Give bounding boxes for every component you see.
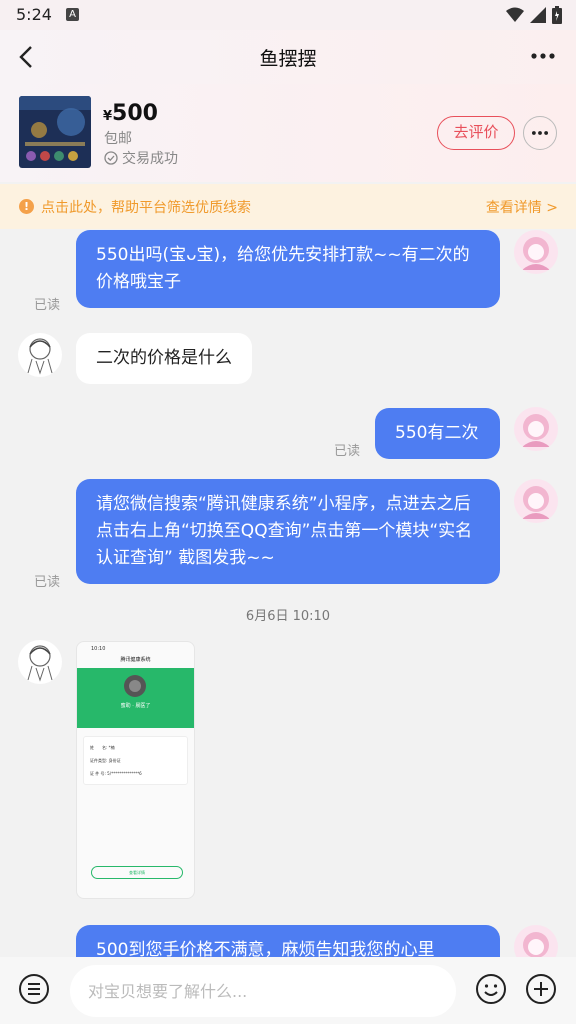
my-avatar[interactable]: [514, 479, 558, 523]
menu-icon[interactable]: [18, 973, 50, 1005]
deal-status-text: 交易成功: [122, 151, 178, 167]
more-icon[interactable]: [528, 44, 558, 68]
composer-bar: [0, 957, 576, 1024]
read-receipt: 已读: [34, 575, 61, 590]
seller-avatar[interactable]: [18, 333, 62, 377]
product-price: ¥500: [103, 101, 158, 126]
price-value: 500: [112, 101, 158, 126]
my-avatar[interactable]: [514, 925, 558, 957]
seller-avatar[interactable]: [18, 640, 62, 684]
shot-title: 腾讯健康系统: [120, 657, 151, 663]
shot-button: 查看详情: [91, 866, 183, 879]
chat-header: 鱼摆摆: [0, 30, 576, 84]
rate-button[interactable]: 去评价: [437, 116, 515, 150]
message-bubble-outgoing[interactable]: 500到您手价格不满意，麻烦告知我您的心里: [76, 925, 500, 957]
shot-row: 证 件 号: 5/**************6: [90, 767, 181, 780]
image-message[interactable]: 10:10 腾讯健康系统 蜜助 · 晨医了 姓 名: *楠 证件类型: 身份证 …: [76, 641, 195, 899]
deal-status: 交易成功: [104, 148, 178, 168]
shot-info-card: 姓 名: *楠 证件类型: 身份证 证 件 号: 5/*************…: [83, 736, 188, 785]
notification-icon: A: [66, 8, 79, 21]
message-input[interactable]: [70, 965, 456, 1017]
shot-row-key: 证件类型:: [90, 758, 108, 763]
product-card[interactable]: ¥500 包邮 交易成功 去评价: [0, 84, 576, 182]
shot-row-value: 身份证: [108, 758, 121, 763]
product-thumbnail[interactable]: [19, 96, 91, 168]
shot-row: 姓 名: *楠: [90, 741, 181, 754]
message-bubble-incoming[interactable]: 二次的价格是什么: [76, 333, 252, 384]
status-bar: 5:24 A: [0, 0, 576, 30]
shot-name: 蜜助 · 晨医了: [120, 703, 151, 709]
currency-symbol: ¥: [103, 109, 113, 124]
shot-row-key: 姓 名:: [90, 745, 108, 750]
message-bubble-outgoing[interactable]: 550出吗(宝ᴗ宝)，给您优先安排打款~~有二次的价格哦宝子: [76, 230, 500, 308]
read-receipt: 已读: [334, 444, 361, 459]
tip-text: 点击此处，帮助平台筛选优质线索: [41, 200, 251, 216]
my-avatar[interactable]: [514, 230, 558, 274]
message-bubble-outgoing[interactable]: 请您微信搜索“腾讯健康系统”小程序，点进去之后点击右上角“切换至QQ查询”点击第…: [76, 479, 500, 584]
timestamp: 6月6日 10:10: [245, 609, 331, 624]
product-more-icon[interactable]: [523, 116, 557, 150]
my-avatar[interactable]: [514, 407, 558, 451]
battery-icon: [552, 6, 562, 24]
chat-area[interactable]: 550出吗(宝ᴗ宝)，给您优先安排打款~~有二次的价格哦宝子 已读 二次的价格是…: [0, 229, 576, 957]
warning-icon: !: [19, 199, 34, 214]
shot-row-value: *楠: [108, 745, 115, 750]
emoji-icon[interactable]: [475, 973, 507, 1005]
tip-bar[interactable]: ! 点击此处，帮助平台筛选优质线索 查看详情 >: [0, 184, 576, 229]
shot-avatar: [124, 675, 146, 697]
signal-icon: [530, 7, 546, 23]
shot-row-value: 5/**************6: [107, 771, 142, 776]
message-bubble-outgoing[interactable]: 550有二次: [375, 408, 500, 459]
status-icons: [506, 6, 562, 24]
shipping-label: 包邮: [104, 131, 132, 147]
read-receipt: 已读: [34, 298, 61, 313]
check-circle-icon: [104, 151, 118, 165]
wifi-icon: [506, 7, 524, 22]
view-details-link[interactable]: 查看详情 >: [486, 197, 558, 217]
shot-green-header: 蜜助 · 晨医了: [77, 668, 194, 728]
page-title: 鱼摆摆: [259, 48, 317, 70]
shot-row-key: 证 件 号:: [90, 771, 106, 776]
shot-status-time: 10:10: [91, 646, 106, 652]
status-time: 5:24: [16, 5, 52, 24]
shot-row: 证件类型: 身份证: [90, 754, 181, 767]
add-icon[interactable]: [525, 973, 557, 1005]
